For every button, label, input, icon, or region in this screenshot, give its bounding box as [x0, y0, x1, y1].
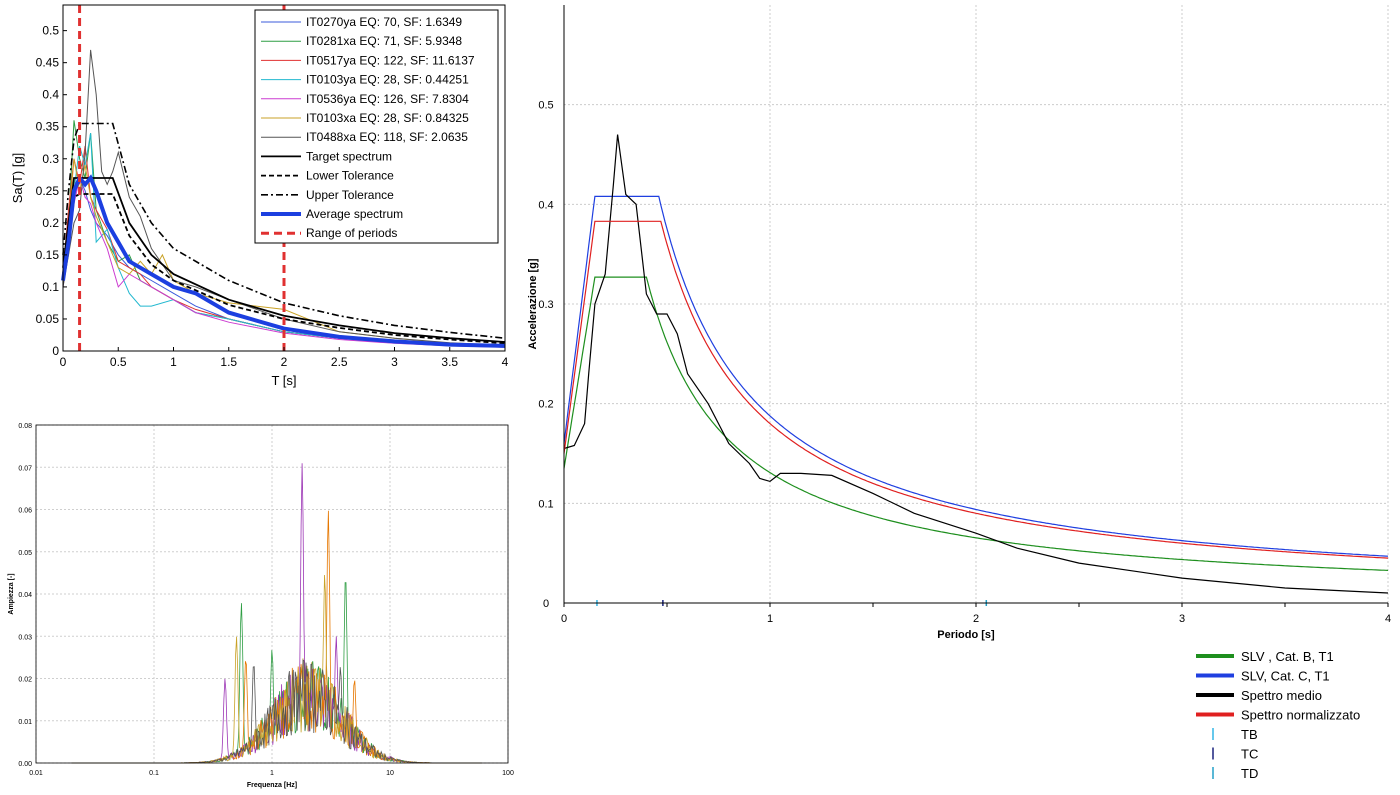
x-tick-label: 0 [60, 355, 67, 369]
y-tick-label: 0.45 [36, 56, 60, 70]
legend-label: TB [1241, 727, 1258, 742]
x-tick-label: 1 [170, 355, 177, 369]
y-tick-label: 0.3 [538, 299, 553, 311]
y-tick-label: 0.02 [18, 677, 32, 684]
y-tick-label: 0.08 [18, 423, 32, 430]
legend-label: IT0517ya EQ: 122, SF: 11.6137 [306, 53, 475, 67]
y-tick-label: 0.1 [538, 498, 553, 510]
y-tick-label: 0.00 [18, 761, 32, 768]
x-tick-label: 4 [1385, 613, 1391, 625]
y-tick-label: 0.05 [18, 550, 32, 557]
x-tick-label: 10 [386, 770, 394, 777]
y-tick-label: 0.05 [36, 312, 60, 326]
y-tick-label: 0.4 [538, 199, 553, 211]
y-tick-label: 0.35 [36, 120, 60, 134]
y-tick-label: 0.2 [538, 399, 553, 411]
legend-label: IT0281xa EQ: 71, SF: 5.9348 [306, 34, 462, 48]
y-tick-label: 0.04 [18, 592, 32, 599]
y-axis-label: Ampiezza [-] [8, 573, 15, 614]
legend-label: Spettro medio [1241, 688, 1322, 703]
x-axis-label: Frequenza [Hz] [247, 782, 297, 789]
legend-label: Upper Tolerance [306, 188, 394, 202]
y-tick-label: 0.15 [36, 248, 60, 262]
x-tick-label: 2 [281, 355, 288, 369]
y-tick-label: 0.2 [42, 216, 59, 230]
design-spectra-chart: 0 1 2 3 4 0 0.1 0.2 0.3 0.4 0.5 Periodo [s] Accelera… [527, 5, 1391, 781]
legend-label: IT0488xa EQ: 118, SF: 2.0635 [306, 130, 468, 144]
y-tick-label: 0.4 [42, 88, 59, 102]
legend-label: SLV, Cat. C, T1 [1241, 669, 1330, 684]
legend-label: SLV , Cat. B, T1 [1241, 649, 1334, 664]
spectra-chart: 0 0.5 1 1.5 2 2.5 3 3.5 4 0 0.05 0.1 0.15 0.2 0.25 0.3 0… [10, 4, 509, 388]
legend-label: Average spectrum [306, 207, 403, 221]
legend-label: Lower Tolerance [306, 169, 394, 183]
fourier-series-4 [71, 659, 482, 764]
y-tick-label: 0.01 [18, 719, 32, 726]
fourier-chart: 0.01 0.1 1 10 100 0.00 0.01 0.02 0.03 0.04 0.05 0.0… [8, 423, 514, 789]
x-tick-label: 100 [502, 770, 514, 777]
y-tick-label: 0.5 [42, 24, 59, 38]
x-tick-label: 3 [391, 355, 398, 369]
x-axis-label: T [s] [271, 373, 296, 388]
legend-label: Target spectrum [306, 149, 392, 163]
legend-label: Range of periods [306, 226, 397, 240]
y-tick-label: 0.07 [18, 465, 32, 472]
y-tick-label: 0 [543, 598, 549, 610]
x-tick-label: 3.5 [441, 355, 458, 369]
y-axis-label: Accelerazione [g] [527, 258, 539, 349]
y-tick-label: 0.5 [538, 100, 553, 112]
x-tick-label: 1.5 [220, 355, 237, 369]
x-tick-label: 1 [767, 613, 773, 625]
x-tick-label: 3 [1179, 613, 1185, 625]
y-tick-label: 0.25 [36, 184, 60, 198]
legend-label: IT0103ya EQ: 28, SF: 0.44251 [306, 73, 469, 87]
y-axis-label: Sa(T) [g] [10, 153, 25, 204]
x-tick-label: 0.01 [29, 770, 43, 777]
y-tick-label: 0.1 [42, 280, 59, 294]
x-tick-label: 0.1 [149, 770, 159, 777]
x-tick-label: 0.5 [110, 355, 127, 369]
spectrum-line-2 [563, 134, 1389, 594]
design-spectra-chart-panel: 0 1 2 3 4 0 0.1 0.2 0.3 0.4 0.5 Periodo [s] Accelera… [520, 0, 1400, 790]
y-tick-label: 0.3 [42, 152, 59, 166]
x-tick-label: 0 [561, 613, 567, 625]
legend-label: Spettro normalizzato [1241, 708, 1360, 723]
legend-label: TC [1241, 747, 1258, 762]
fourier-chart-panel: 0.01 0.1 1 10 100 0.00 0.01 0.02 0.03 0.04 0.05 0.0… [0, 410, 520, 790]
y-tick-label: 0.03 [18, 634, 32, 641]
x-tick-label: 1 [270, 770, 274, 777]
legend-label: IT0103xa EQ: 28, SF: 0.84325 [306, 111, 469, 125]
y-tick-label: 0.06 [18, 508, 32, 515]
spectra-chart-panel: 0 0.5 1 1.5 2 2.5 3 3.5 4 0 0.05 0.1 0.15 0.2 0.25 0.3 0… [0, 0, 520, 395]
legend-label: IT0536ya EQ: 126, SF: 7.8304 [306, 92, 469, 106]
y-tick-label: 0 [52, 344, 59, 358]
x-tick-label: 2.5 [331, 355, 348, 369]
x-tick-label: 2 [973, 613, 979, 625]
legend-label: TD [1241, 766, 1258, 781]
fourier-series-3 [71, 574, 482, 764]
legend-label: IT0270ya EQ: 70, SF: 1.6349 [306, 15, 462, 29]
x-axis-label: Periodo [s] [937, 629, 995, 641]
x-tick-label: 4 [502, 355, 509, 369]
